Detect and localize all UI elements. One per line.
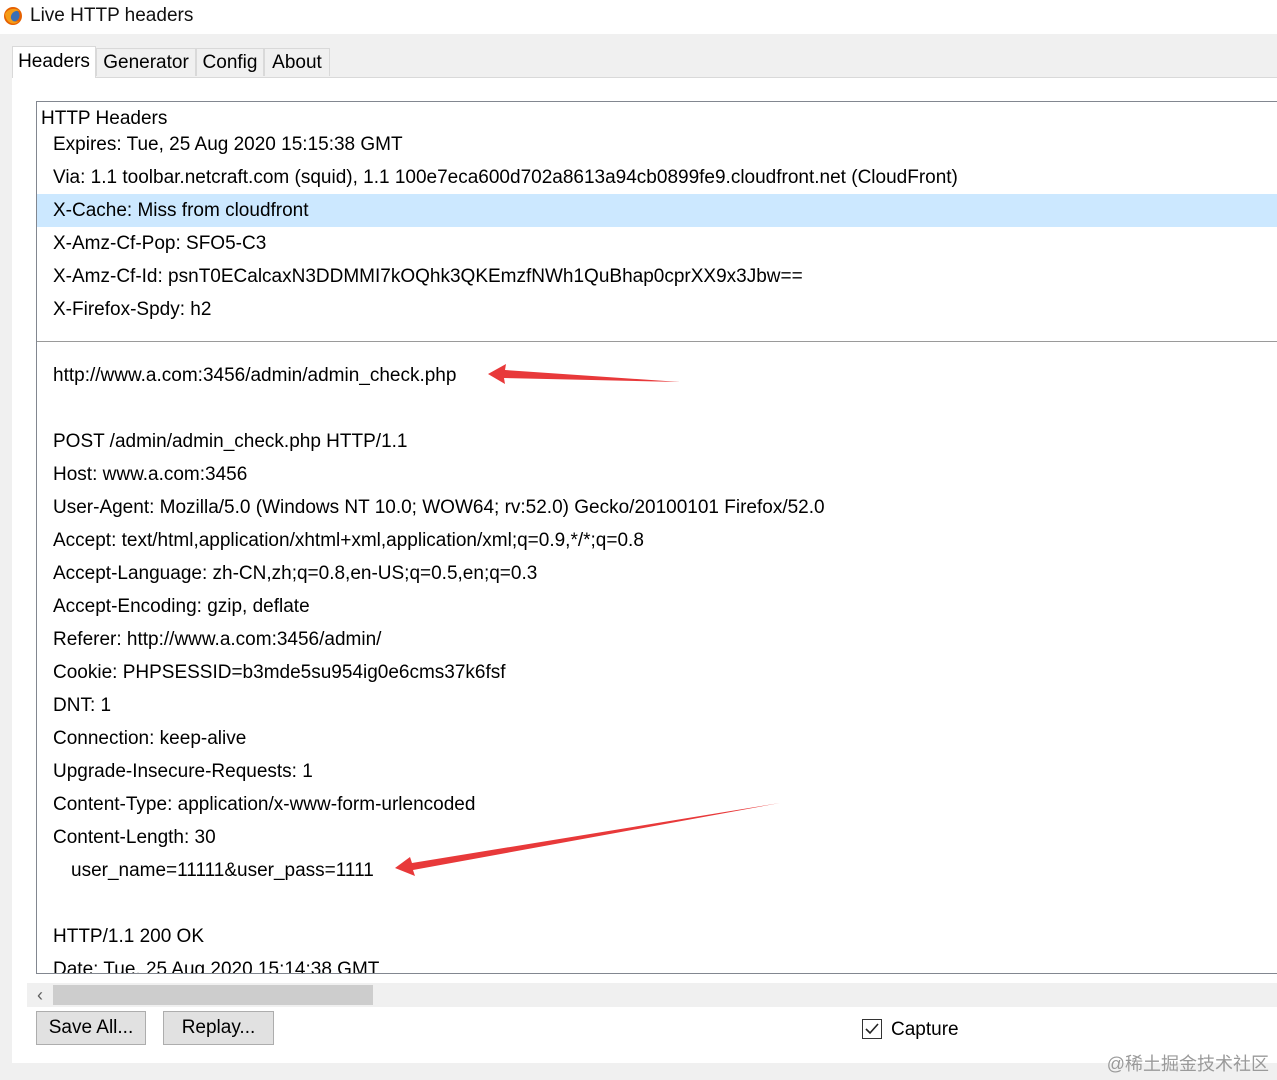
title-bar: Live HTTP headers [0, 0, 1277, 34]
list-item[interactable]: Accept: text/html,application/xhtml+xml,… [37, 524, 1277, 557]
list-item[interactable]: HTTP/1.1 200 OK [37, 920, 1277, 953]
list-item[interactable]: Referer: http://www.a.com:3456/admin/ [37, 623, 1277, 656]
list-item[interactable]: Connection: keep-alive [37, 722, 1277, 755]
post-body[interactable]: user_name=11111&user_pass=1111 [37, 854, 1277, 887]
save-all-button[interactable]: Save All... [36, 1011, 146, 1045]
list-item[interactable]: Content-Length: 30 [37, 821, 1277, 854]
firefox-icon [4, 7, 22, 25]
list-item[interactable]: Upgrade-Insecure-Requests: 1 [37, 755, 1277, 788]
list-item[interactable]: DNT: 1 [37, 689, 1277, 722]
horizontal-scrollbar[interactable]: ‹ [27, 983, 1277, 1007]
headers-list[interactable]: HTTP Headers Expires: Tue, 25 Aug 2020 1… [36, 101, 1277, 974]
checkmark-icon [865, 1023, 879, 1035]
list-item[interactable]: Host: www.a.com:3456 [37, 458, 1277, 491]
tab-generator[interactable]: Generator [96, 48, 196, 76]
list-item[interactable]: Date: Tue, 25 Aug 2020 15:14:38 GMT [37, 953, 1277, 973]
list-item[interactable]: Accept-Language: zh-CN,zh;q=0.8,en-US;q=… [37, 557, 1277, 590]
scroll-thumb[interactable] [53, 985, 373, 1005]
list-item[interactable]: Expires: Tue, 25 Aug 2020 15:15:38 GMT [37, 128, 1277, 161]
entry-separator [37, 341, 1277, 342]
scroll-left-arrow-icon[interactable]: ‹ [31, 983, 49, 1007]
list-item[interactable]: X-Amz-Cf-Id: psnT0ECalcaxN3DDMMI7kOQhk3Q… [37, 260, 1277, 293]
tab-config[interactable]: Config [196, 48, 264, 76]
list-item[interactable]: POST /admin/admin_check.php HTTP/1.1 [37, 425, 1277, 458]
list-item[interactable]: X-Firefox-Spdy: h2 [37, 293, 1277, 326]
request-url[interactable]: http://www.a.com:3456/admin/admin_check.… [37, 359, 1277, 392]
list-item[interactable]: X-Amz-Cf-Pop: SFO5-C3 [37, 227, 1277, 260]
tab-about[interactable]: About [264, 48, 330, 76]
window-title: Live HTTP headers [30, 5, 194, 26]
list-item-selected[interactable]: X-Cache: Miss from cloudfront [37, 194, 1277, 227]
tab-headers[interactable]: Headers [12, 46, 96, 78]
list-item[interactable]: Cookie: PHPSESSID=b3mde5su954ig0e6cms37k… [37, 656, 1277, 689]
capture-label: Capture [891, 1019, 959, 1040]
list-item[interactable]: User-Agent: Mozilla/5.0 (Windows NT 10.0… [37, 491, 1277, 524]
list-item[interactable]: Accept-Encoding: gzip, deflate [37, 590, 1277, 623]
list-item[interactable]: Via: 1.1 toolbar.netcraft.com (squid), 1… [37, 161, 1277, 194]
replay-button[interactable]: Replay... [163, 1011, 274, 1045]
watermark: @稀土掘金技术社区 [1106, 1054, 1269, 1074]
list-item[interactable]: Content-Type: application/x-www-form-url… [37, 788, 1277, 821]
capture-checkbox[interactable] [862, 1019, 882, 1039]
